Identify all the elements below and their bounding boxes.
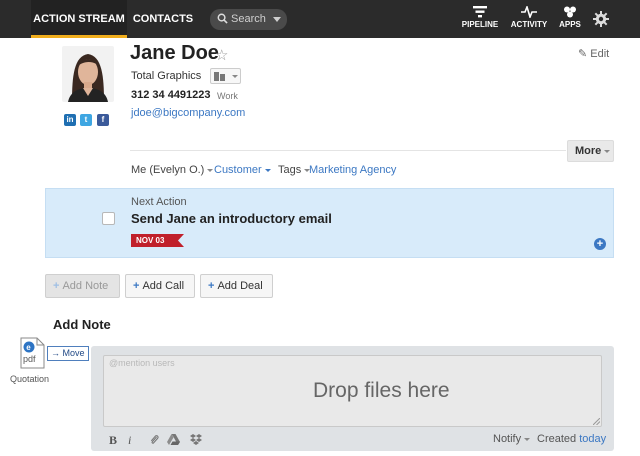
nav-apps[interactable]: APPS [556,6,584,34]
nav-apps-label: APPS [559,20,581,29]
chevron-down-icon [524,437,531,441]
search-box[interactable]: Search [210,9,287,30]
facebook-icon[interactable]: f [97,114,109,126]
avatar [62,46,114,102]
tags-dropdown[interactable]: Tags [278,164,311,177]
bold-button[interactable]: B [109,433,117,448]
gear-icon[interactable] [593,11,609,27]
file-extension-label: pdf [23,354,36,364]
move-tooltip: → Move [47,346,89,361]
owner-label: Me (Evelyn O.) [131,164,205,176]
svg-text:e: e [26,343,31,352]
edit-label: Edit [590,48,610,60]
tags-label: Tags [278,164,302,176]
chevron-down-icon [264,168,271,172]
notify-dropdown[interactable]: Notify [493,433,531,445]
activity-pulse-icon [521,6,537,18]
chevron-down-icon [604,149,611,153]
add-note-label: Add Note [62,280,109,292]
plus-icon: + [208,280,215,292]
tag-marketing-agency[interactable]: Marketing Agency [309,164,396,177]
pipeline-icon [473,6,487,18]
divider [130,150,566,151]
created-date: Created today [537,433,606,445]
add-deal-button[interactable]: + Add Deal [200,274,273,298]
top-nav-bar: ACTION STREAM CONTACTS Search PIPELINE A… [0,0,640,38]
nav-activity-label: ACTIVITY [510,20,548,29]
nav-pipeline-label: PIPELINE [461,20,499,29]
move-label: Move [62,348,85,358]
search-icon [217,13,228,24]
chevron-down-icon [273,17,281,22]
due-date-label: NOV 03 [131,234,173,247]
chevron-down-icon [232,75,238,78]
notify-label: Notify [493,433,522,445]
contact-phone[interactable]: 312 34 4491223 [131,89,211,101]
edit-button[interactable]: ✎ Edit [578,47,609,60]
type-dropdown[interactable]: Customer [214,164,271,177]
more-label: More [575,145,602,157]
pencil-icon: ✎ [578,48,588,60]
add-note-button[interactable]: + Add Note [45,274,120,298]
add-action-icon[interactable]: + [594,238,606,250]
twitter-icon[interactable]: t [80,114,92,126]
owner-dropdown[interactable]: Me (Evelyn O.) [131,164,214,177]
add-call-button[interactable]: + Add Call [125,274,195,298]
tab-action-stream[interactable]: ACTION STREAM [31,0,127,38]
more-button[interactable]: More [567,140,614,162]
contact-company[interactable]: Total Graphics [131,70,201,82]
task-complete-checkbox[interactable] [102,212,115,225]
chevron-down-icon [207,168,214,172]
paperclip-icon[interactable] [150,434,159,445]
phone-type-label: Work [217,91,238,101]
task-title[interactable]: Send Jane an introductory email [131,211,332,226]
tab-contacts[interactable]: CONTACTS [130,0,196,38]
apps-icon [564,6,576,18]
star-icon[interactable]: ☆ [215,46,228,64]
add-deal-label: Add Deal [217,280,263,292]
move-arrow-icon: → [51,348,60,358]
dropbox-icon[interactable] [190,434,202,445]
nav-activity[interactable]: ACTIVITY [508,6,550,34]
note-placeholder: @mention users [109,358,175,368]
add-call-label: Add Call [142,280,185,292]
building-icon [214,72,225,81]
file-name-label: Quotation [10,374,50,384]
google-drive-icon[interactable] [167,434,180,445]
drop-zone-text: Drop files here [313,379,450,402]
resize-handle-icon[interactable] [593,418,600,425]
plus-icon: + [53,280,60,292]
linkedin-icon[interactable]: in [64,114,76,126]
add-note-heading: Add Note [53,317,111,332]
pdf-file-icon[interactable]: e [20,337,45,369]
search-label: Search [231,13,266,25]
company-dropdown-button[interactable] [210,68,241,84]
created-date-picker[interactable]: today [579,433,606,445]
contact-name: Jane Doe [130,42,219,64]
nav-pipeline[interactable]: PIPELINE [460,6,500,34]
type-label: Customer [214,164,262,176]
next-action-label: Next Action [131,196,187,208]
italic-button[interactable]: i [128,433,131,448]
plus-icon: + [133,280,140,292]
contact-email[interactable]: jdoe@bigcompany.com [131,107,245,119]
ribbon-tail-icon [172,234,184,247]
created-label: Created [537,433,577,445]
